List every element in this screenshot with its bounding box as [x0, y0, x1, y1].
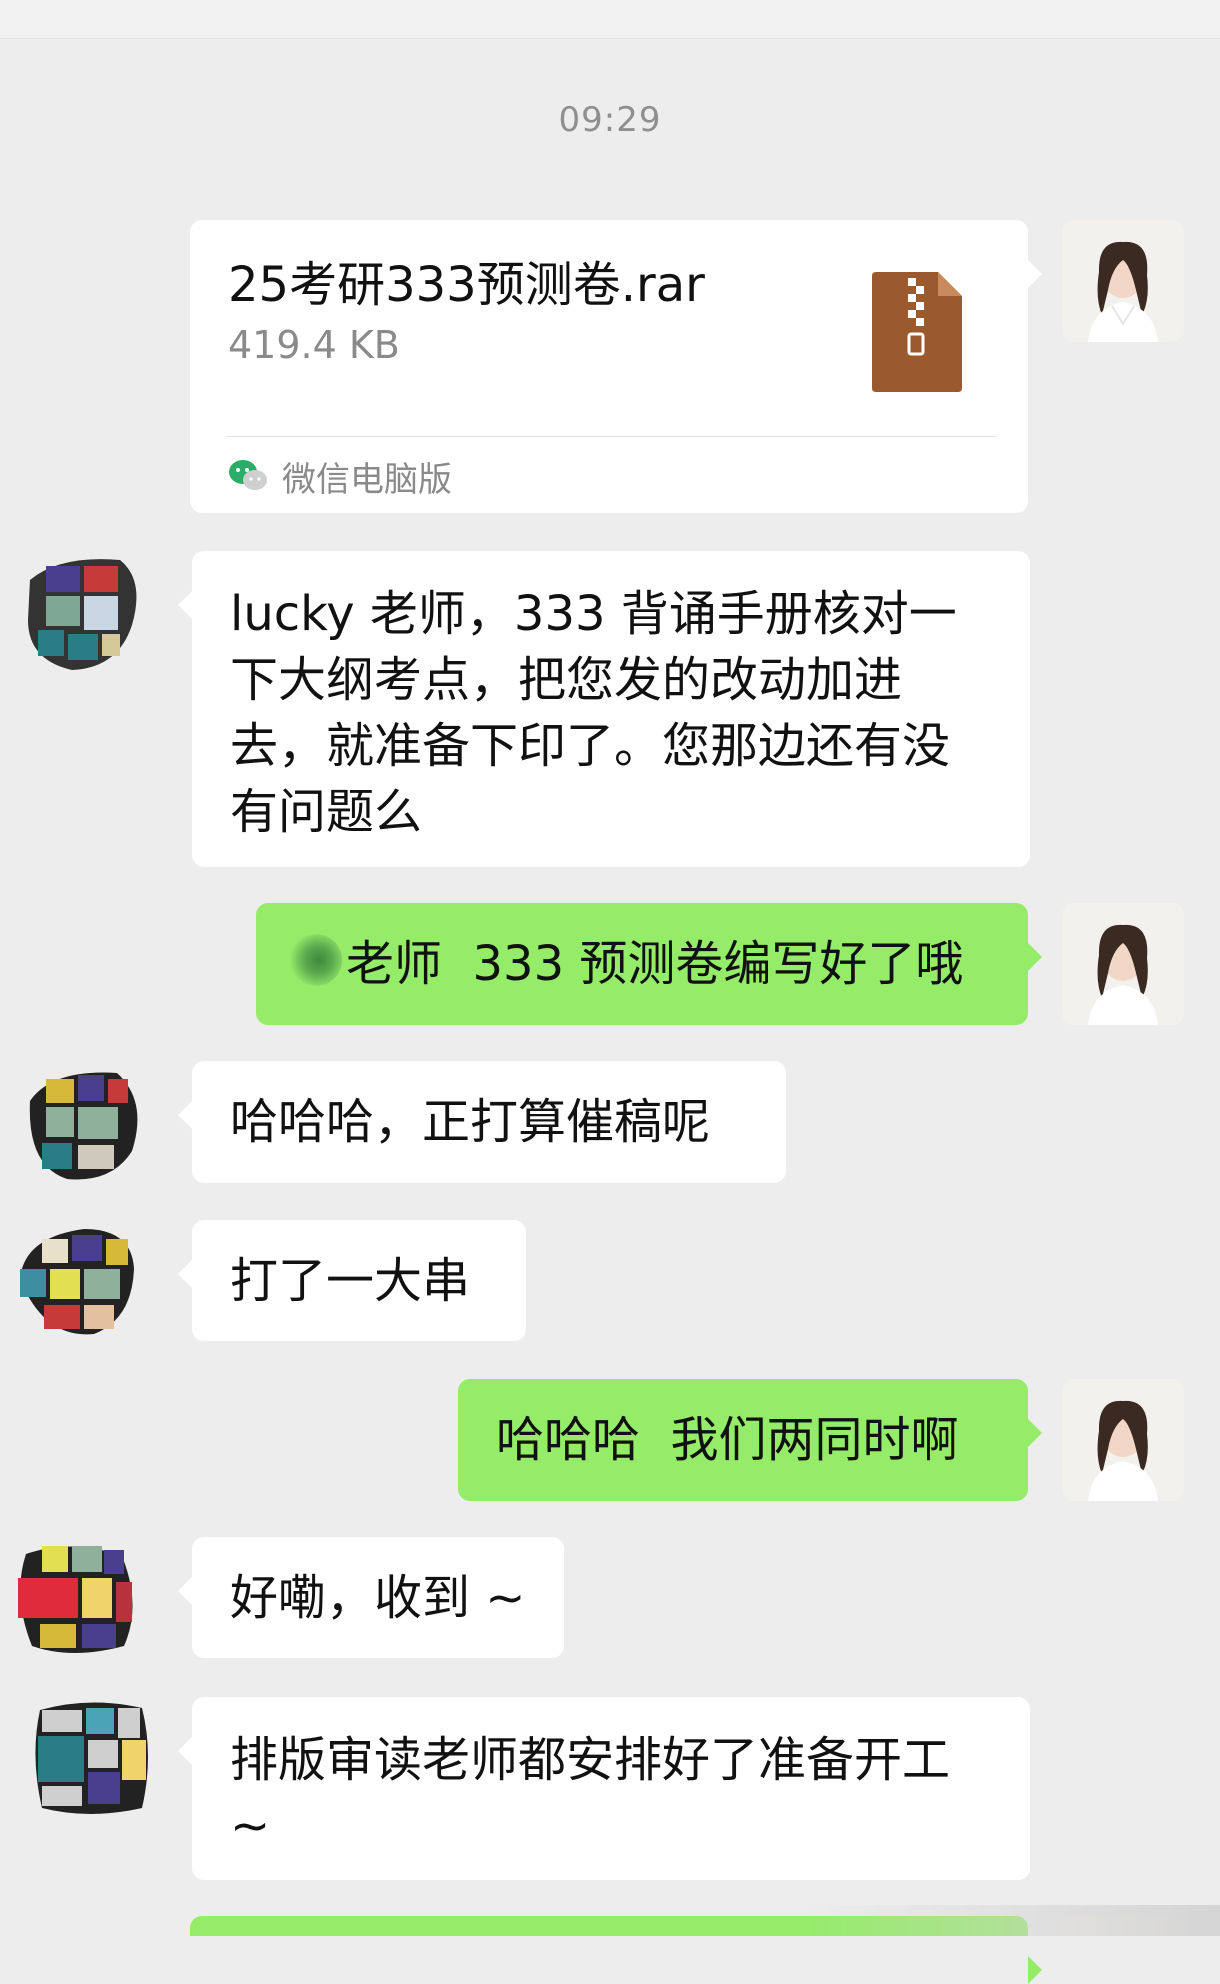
- message-bubble-incoming[interactable]: 好嘞，收到 ~: [178, 1537, 564, 1658]
- file-message-card[interactable]: 25考研333预测卷.rar 419.4 KB 微信电脑版: [190, 220, 1042, 513]
- wechat-icon: [229, 460, 267, 490]
- file-source: 微信电脑版: [228, 448, 452, 504]
- message-text: lucky 老师，333 背诵手册核对一下大纲考点，把您发的改动加进去，就准备下…: [230, 586, 957, 840]
- message-text: 哈哈哈，正打算催稿呢: [230, 1094, 711, 1150]
- message-bubble-incoming[interactable]: 排版审读老师都安排好了准备开工 ~: [178, 1697, 1030, 1880]
- message-bubble-incoming[interactable]: lucky 老师，333 背诵手册核对一下大纲考点，把您发的改动加进去，就准备下…: [178, 551, 1030, 867]
- file-size: 419.4 KB: [228, 323, 400, 367]
- redacted-name-blur: [290, 934, 342, 986]
- message-bubble-outgoing[interactable]: 哈哈哈 我们两同时啊: [458, 1379, 1042, 1501]
- my-avatar[interactable]: [1062, 1379, 1184, 1501]
- message-text: 好嘞，收到 ~: [230, 1570, 526, 1626]
- my-avatar[interactable]: [1062, 903, 1184, 1025]
- file-source-label: 微信电脑版: [282, 459, 452, 500]
- message-text: 排版审读老师都安排好了准备开工 ~: [230, 1732, 966, 1854]
- contact-avatar[interactable]: [20, 550, 142, 672]
- my-avatar[interactable]: [1062, 220, 1184, 342]
- message-text: 哈哈哈 我们两同时啊: [496, 1412, 959, 1468]
- message-text: 打了一大串: [230, 1253, 471, 1309]
- contact-avatar[interactable]: [22, 1061, 144, 1183]
- file-card-divider: [226, 436, 996, 437]
- message-bubble-outgoing[interactable]: 老师 333 预测卷编写好了哦: [256, 903, 1042, 1025]
- contact-avatar[interactable]: [30, 1696, 152, 1818]
- file-name: 25考研333预测卷.rar: [228, 257, 705, 313]
- contact-avatar[interactable]: [12, 1536, 134, 1658]
- zip-file-icon: [872, 272, 962, 392]
- watermark-overlay: [800, 1905, 1220, 1936]
- message-text: 老师 333 预测卷编写好了哦: [346, 936, 964, 992]
- message-bubble-incoming[interactable]: 打了一大串: [178, 1220, 526, 1341]
- top-bar: [0, 0, 1220, 39]
- contact-avatar[interactable]: [14, 1219, 136, 1341]
- message-bubble-incoming[interactable]: 哈哈哈，正打算催稿呢: [178, 1061, 786, 1183]
- timestamp: 09:29: [558, 100, 662, 140]
